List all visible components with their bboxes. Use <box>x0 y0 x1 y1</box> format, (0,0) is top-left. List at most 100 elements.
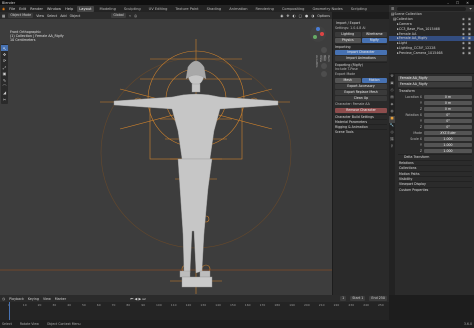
visibility-icon[interactable]: ◉ <box>280 14 283 18</box>
object-data-field[interactable]: Female AA_Rigify <box>398 82 472 87</box>
mesh-mode-button[interactable]: Mesh <box>335 78 361 83</box>
rotation-mode-dropdown[interactable]: XYZ Euler <box>424 130 472 136</box>
tab-rendering[interactable]: Rendering <box>254 6 276 12</box>
playhead[interactable] <box>9 302 10 320</box>
status-bar: Select Rotate View Object Context Menu 3… <box>0 320 474 328</box>
location-z-field[interactable]: 0 m <box>424 106 472 112</box>
object-name-field[interactable]: Female AA_Rigify <box>398 76 472 81</box>
transform-orientation[interactable]: Global <box>111 13 126 18</box>
editor-type-icon[interactable]: ▦ <box>2 14 5 18</box>
proportional-edit-icon[interactable]: ◎ <box>134 14 137 18</box>
wireframe-button[interactable]: Wireframe <box>361 32 387 37</box>
window-title: Blender <box>2 0 16 5</box>
view-layer-tab-icon[interactable]: ▤ <box>389 95 395 102</box>
object-menu[interactable]: Object <box>70 14 81 18</box>
snap-icon[interactable]: ⌁ <box>129 14 131 18</box>
object-tab-icon[interactable]: ■ <box>389 116 395 123</box>
menu-file[interactable]: File <box>9 7 15 11</box>
window-controls[interactable]: – ☐ ✕ <box>447 1 472 5</box>
view-menu-timeline[interactable]: View <box>43 297 51 301</box>
tab-sculpting[interactable]: Sculpting <box>122 6 143 12</box>
outliner-search-input[interactable] <box>397 6 467 11</box>
grid-scale: 10 Centimeters <box>10 38 36 43</box>
transform-section[interactable]: Transform <box>398 88 472 93</box>
physics-button[interactable]: Physics <box>335 38 361 43</box>
import-character-button[interactable]: Import Character <box>335 50 387 55</box>
timeline-tick-label: 60 <box>96 303 101 307</box>
remove-character-button[interactable]: Remove Character <box>335 108 387 113</box>
export-replace-mesh-button[interactable]: Export Replace Mesh <box>335 90 387 95</box>
view-menu[interactable]: View <box>36 14 44 18</box>
timeline-editor-icon[interactable]: ◷ <box>2 297 5 301</box>
rotation-x-field[interactable]: 0° <box>424 112 472 118</box>
options-menu[interactable]: Options <box>317 14 330 18</box>
marker-menu[interactable]: Marker <box>55 297 66 301</box>
location-x-field[interactable]: 0 m <box>424 94 472 100</box>
lighting-button[interactable]: Lighting <box>335 32 361 37</box>
constraint-tab-icon[interactable]: ⛓ <box>389 137 395 144</box>
menu-help[interactable]: Help <box>65 7 73 11</box>
tab-tool[interactable]: Tool <box>323 53 327 173</box>
menu-window[interactable]: Window <box>47 7 61 11</box>
gizmo-icon[interactable]: ✥ <box>286 14 289 18</box>
rotation-y-field[interactable]: 0° <box>424 118 472 124</box>
tab-animation[interactable]: Animation <box>227 6 249 12</box>
visibility-toggle-icon[interactable]: ◉ ▣ <box>462 51 472 56</box>
scale-z-field[interactable]: 1.000 <box>424 148 472 154</box>
rotation-z-field[interactable]: 0° <box>424 124 472 130</box>
tab-layout[interactable]: Layout <box>77 5 94 12</box>
tab-accurig[interactable]: AccuRIG <box>315 53 319 173</box>
cut-tool-icon[interactable]: ✂ <box>1 96 8 102</box>
outliner-item[interactable]: ▸ Preview_Camera_1015468 ◉ ▣ <box>389 51 474 56</box>
render-tab-icon[interactable]: ▣ <box>389 81 395 88</box>
tab-modeling[interactable]: Modeling <box>98 6 118 12</box>
shading-material-icon[interactable]: ◑ <box>311 14 314 18</box>
data-tab-icon[interactable]: ⚲ <box>389 144 395 151</box>
timeline-tick-label: 250 <box>378 303 384 307</box>
scale-y-field[interactable]: 1.000 <box>424 142 472 148</box>
importing-section[interactable]: Importing <box>335 44 387 49</box>
tab-geometry-nodes[interactable]: Geometry Nodes <box>310 6 344 12</box>
tab-view[interactable]: View <box>319 53 323 173</box>
shading-solid-icon[interactable]: ● <box>305 14 308 18</box>
filter-icon[interactable]: ⏷ <box>469 7 472 11</box>
keying-menu[interactable]: Keying <box>28 297 39 301</box>
mode-dropdown[interactable]: Object Mode <box>8 13 34 18</box>
current-frame-field[interactable]: 1 <box>340 296 347 301</box>
modifier-tab-icon[interactable]: 🔧 <box>389 123 395 130</box>
rotation-y-label: Y <box>420 118 422 123</box>
world-tab-icon[interactable]: ◍ <box>389 109 395 116</box>
clean-up-button[interactable]: Clean Up <box>335 96 387 101</box>
tab-shading[interactable]: Shading <box>205 6 224 12</box>
playback-menu[interactable]: Playback <box>9 297 24 301</box>
3d-viewport[interactable]: ↖ ✥ ⟳ ⤢ ▣ ✎ ⌒ ◢ ✂ Front Orthographic (1)… <box>0 19 332 295</box>
export-accessory-button[interactable]: Export Accessory <box>335 84 387 89</box>
play-controls-icon[interactable]: ⏮ ◀ ▶ ⏭ <box>130 297 145 301</box>
timeline[interactable]: 0102030405060708090100110120130140150160… <box>0 302 389 320</box>
tab-texture-paint[interactable]: Texture Paint <box>173 6 200 12</box>
add-menu[interactable]: Add <box>60 14 66 18</box>
rigify-button[interactable]: Rigify <box>361 38 387 43</box>
tab-compositing[interactable]: Compositing <box>280 6 307 12</box>
outliner-type-icon[interactable]: ☰ <box>391 7 394 11</box>
blender-logo-icon[interactable]: ◉ <box>2 7 5 11</box>
output-tab-icon[interactable]: ⎙ <box>389 88 395 95</box>
motion-mode-button[interactable]: Motion <box>361 78 387 83</box>
tab-uv-editing[interactable]: UV Editing <box>147 6 170 12</box>
end-frame-field[interactable]: End 250 <box>369 296 387 301</box>
custom-properties-section[interactable]: Custom Properties <box>398 186 472 192</box>
overlay-icon[interactable]: ◐ <box>292 14 295 18</box>
start-frame-field[interactable]: Start 1 <box>350 296 366 301</box>
scale-x-field[interactable]: 1.000 <box>424 136 472 142</box>
import-animations-button[interactable]: Import Animations <box>335 56 387 61</box>
tab-item[interactable]: Item <box>327 53 331 173</box>
physics-tab-icon[interactable]: ◎ <box>389 130 395 137</box>
xray-icon[interactable]: ▢ <box>299 14 302 18</box>
menu-render[interactable]: Render <box>30 7 43 11</box>
menu-edit[interactable]: Edit <box>19 7 26 11</box>
tab-scripting[interactable]: Scripting <box>349 6 369 12</box>
location-y-field[interactable]: 0 m <box>424 100 472 106</box>
tool-tab-icon[interactable]: ⚒ <box>389 74 395 81</box>
select-menu[interactable]: Select <box>47 14 57 18</box>
scene-tab-icon[interactable]: ◈ <box>389 102 395 109</box>
